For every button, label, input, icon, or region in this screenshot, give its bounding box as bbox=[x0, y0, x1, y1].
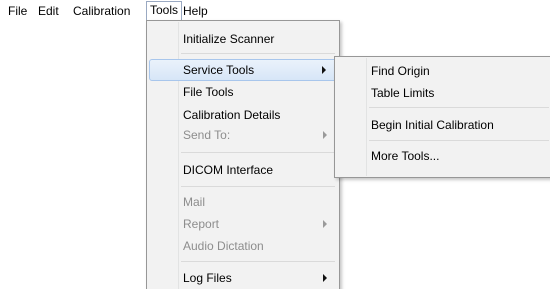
menu-item-dicom-interface[interactable]: DICOM Interface bbox=[149, 159, 337, 181]
menu-tools[interactable]: Tools bbox=[146, 1, 183, 20]
submenu-arrow-icon bbox=[323, 220, 327, 228]
menu-item-label: Mail bbox=[183, 195, 206, 209]
menu-separator bbox=[369, 140, 549, 141]
submenu-item-begin-initial-calibration[interactable]: Begin Initial Calibration bbox=[337, 114, 550, 136]
submenu-arrow-icon bbox=[323, 131, 327, 139]
menu-separator bbox=[181, 261, 335, 262]
menu-item-label: Report bbox=[183, 217, 220, 231]
menu-item-label: Table Limits bbox=[371, 86, 435, 100]
menu-edit[interactable]: Edit bbox=[38, 3, 59, 19]
menu-item-label: Initialize Scanner bbox=[183, 32, 275, 46]
menu-separator bbox=[181, 186, 335, 187]
menu-item-mail[interactable]: Mail bbox=[149, 191, 337, 213]
menu-item-service-tools[interactable]: Service Tools bbox=[149, 59, 337, 81]
menu-item-file-tools[interactable]: File Tools bbox=[149, 81, 337, 103]
menu-item-send-to[interactable]: Send To: bbox=[149, 124, 337, 146]
submenu-arrow-icon bbox=[322, 66, 326, 74]
menu-help[interactable]: Help bbox=[183, 3, 208, 19]
submenu-arrow-icon bbox=[323, 274, 327, 282]
service-tools-submenu: Find Origin Table Limits Begin Initial C… bbox=[334, 56, 550, 178]
menu-item-label: Audio Dictation bbox=[183, 239, 264, 253]
menu-item-label: Find Origin bbox=[371, 64, 430, 78]
menu-item-initialize-scanner[interactable]: Initialize Scanner bbox=[149, 28, 337, 50]
menu-item-calibration-details[interactable]: Calibration Details bbox=[149, 104, 337, 126]
menu-separator bbox=[369, 107, 549, 108]
menu-item-label: Service Tools bbox=[183, 63, 255, 77]
menu-item-audio-dictation[interactable]: Audio Dictation bbox=[149, 235, 337, 257]
menu-item-label: File Tools bbox=[183, 85, 234, 99]
menu-item-report[interactable]: Report bbox=[149, 213, 337, 235]
menu-calibration[interactable]: Calibration bbox=[73, 3, 130, 19]
menu-separator bbox=[181, 152, 335, 153]
submenu-item-table-limits[interactable]: Table Limits bbox=[337, 82, 550, 104]
tools-dropdown-menu: Initialize Scanner Service Tools File To… bbox=[146, 20, 340, 289]
menu-bar: File Edit Calibration Tools Help bbox=[0, 0, 550, 21]
menu-item-label: Begin Initial Calibration bbox=[371, 118, 494, 132]
menu-file[interactable]: File bbox=[8, 3, 27, 19]
menu-item-label: Calibration Details bbox=[183, 108, 281, 122]
menu-item-log-files[interactable]: Log Files bbox=[149, 267, 337, 289]
menu-item-label: Send To: bbox=[183, 128, 231, 142]
menu-separator bbox=[181, 53, 335, 54]
menu-item-label: More Tools... bbox=[371, 149, 440, 163]
submenu-item-find-origin[interactable]: Find Origin bbox=[337, 60, 550, 82]
submenu-item-more-tools[interactable]: More Tools... bbox=[337, 145, 550, 167]
menu-item-label: DICOM Interface bbox=[183, 163, 274, 177]
menu-item-label: Log Files bbox=[183, 271, 232, 285]
